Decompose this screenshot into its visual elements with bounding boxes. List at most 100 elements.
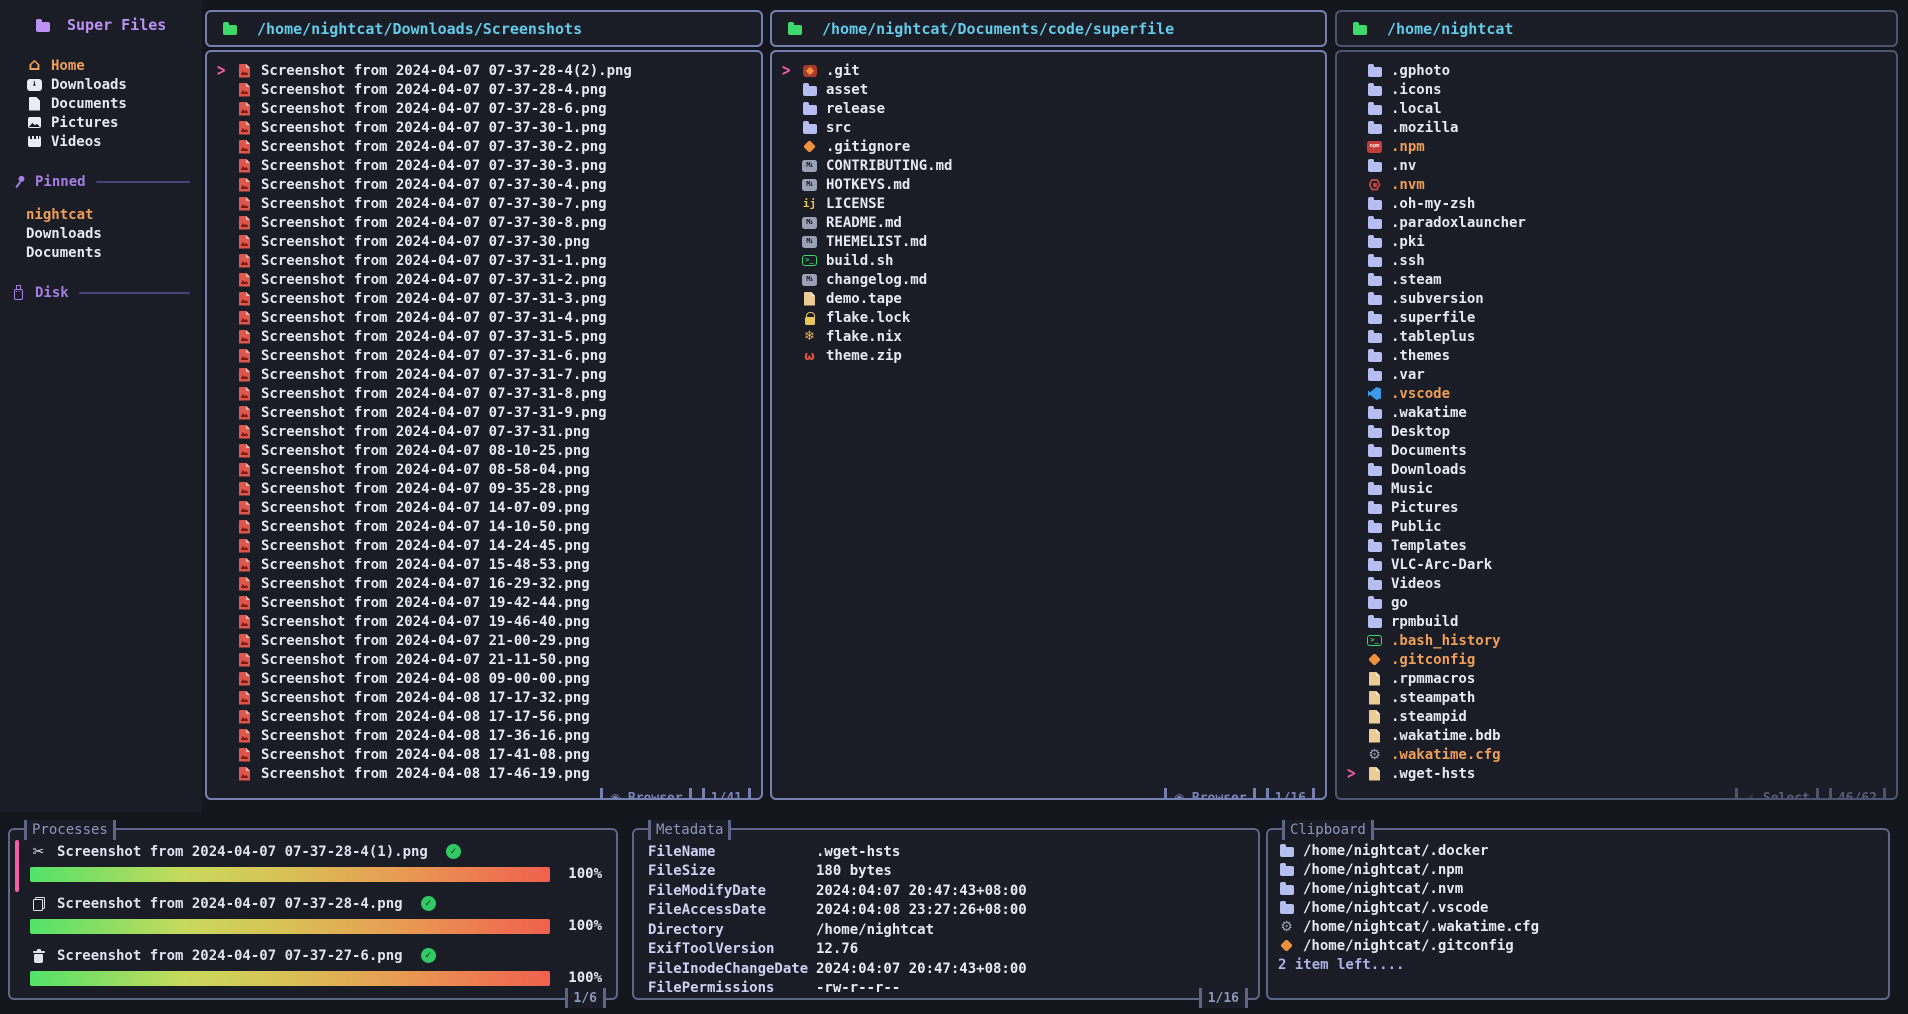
file-row[interactable]: Screenshot from 2024-04-07 08-58-04.png xyxy=(217,460,755,479)
file-row[interactable]: Screenshot from 2024-04-07 07-37-30-7.pn… xyxy=(217,194,755,213)
file-row[interactable]: M↓README.md xyxy=(782,213,1319,232)
file-row[interactable]: >_.bash_history xyxy=(1347,631,1890,650)
file-row[interactable]: Screenshot from 2024-04-07 21-00-29.png xyxy=(217,631,755,650)
file-row[interactable]: ⚙.wakatime.cfg xyxy=(1347,745,1890,764)
sidebar-item-videos[interactable]: Videos xyxy=(0,132,202,151)
sidebar-pinned-downloads[interactable]: Downloads xyxy=(0,224,202,243)
file-row[interactable]: Screenshot from 2024-04-08 17-46-19.png xyxy=(217,764,755,783)
file-row[interactable]: Screenshot from 2024-04-07 15-48-53.png xyxy=(217,555,755,574)
file-row[interactable]: Screenshot from 2024-04-07 07-37-31-3.pn… xyxy=(217,289,755,308)
file-row[interactable]: Screenshot from 2024-04-07 19-42-44.png xyxy=(217,593,755,612)
file-row[interactable]: Downloads xyxy=(1347,460,1890,479)
file-row[interactable]: go xyxy=(1347,593,1890,612)
file-row[interactable]: asset xyxy=(782,80,1319,99)
file-row[interactable]: .steampid xyxy=(1347,707,1890,726)
file-row[interactable]: Videos xyxy=(1347,574,1890,593)
file-row[interactable]: Screenshot from 2024-04-07 07-37-30-8.pn… xyxy=(217,213,755,232)
file-row[interactable]: Screenshot from 2024-04-07 07-37-28-4.pn… xyxy=(217,80,755,99)
file-row[interactable]: .icons xyxy=(1347,80,1890,99)
file-row[interactable]: Documents xyxy=(1347,441,1890,460)
process-item[interactable]: Screenshot from 2024-04-07 07-37-28-4.pn… xyxy=(30,894,602,934)
file-row[interactable]: Screenshot from 2024-04-07 16-29-32.png xyxy=(217,574,755,593)
sidebar-item-documents[interactable]: Documents xyxy=(0,94,202,113)
file-row[interactable]: npm.npm xyxy=(1347,137,1890,156)
file-row[interactable]: .vscode xyxy=(1347,384,1890,403)
file-row[interactable]: Screenshot from 2024-04-07 08-10-25.png xyxy=(217,441,755,460)
sidebar-item-downloads[interactable]: ↓Downloads xyxy=(0,75,202,94)
file-row[interactable]: .var xyxy=(1347,365,1890,384)
file-row[interactable]: .wakatime xyxy=(1347,403,1890,422)
file-row[interactable]: Screenshot from 2024-04-08 17-17-32.png xyxy=(217,688,755,707)
file-row[interactable]: .rpmmacros xyxy=(1347,669,1890,688)
file-row[interactable]: Screenshot from 2024-04-08 17-41-08.png xyxy=(217,745,755,764)
file-row[interactable]: Screenshot from 2024-04-07 07-37-31-8.pn… xyxy=(217,384,755,403)
file-row[interactable]: Screenshot from 2024-04-07 07-37-31-9.pn… xyxy=(217,403,755,422)
file-row[interactable]: .steam xyxy=(1347,270,1890,289)
file-row[interactable]: Music xyxy=(1347,479,1890,498)
file-row[interactable]: Screenshot from 2024-04-07 14-24-45.png xyxy=(217,536,755,555)
file-row[interactable]: .wakatime.bdb xyxy=(1347,726,1890,745)
file-row[interactable]: Screenshot from 2024-04-07 07-37-31-7.pn… xyxy=(217,365,755,384)
file-row[interactable]: VLC-Arc-Dark xyxy=(1347,555,1890,574)
file-row[interactable]: Screenshot from 2024-04-07 07-37-31-4.pn… xyxy=(217,308,755,327)
file-row[interactable]: Screenshot from 2024-04-07 07-37-30-1.pn… xyxy=(217,118,755,137)
file-row[interactable]: .steampath xyxy=(1347,688,1890,707)
file-row[interactable]: Public xyxy=(1347,517,1890,536)
sidebar-item-home[interactable]: ⌂Home xyxy=(0,56,202,75)
file-row[interactable]: Screenshot from 2024-04-07 14-10-50.png xyxy=(217,517,755,536)
file-row[interactable]: .mozilla xyxy=(1347,118,1890,137)
file-row[interactable]: .tableplus xyxy=(1347,327,1890,346)
file-row[interactable]: .superfile xyxy=(1347,308,1890,327)
file-row[interactable]: ijLICENSE xyxy=(782,194,1319,213)
file-row[interactable]: Screenshot from 2024-04-07 07-37-30-2.pn… xyxy=(217,137,755,156)
file-row[interactable]: .ssh xyxy=(1347,251,1890,270)
file-row[interactable]: Screenshot from 2024-04-07 07-37-28-6.pn… xyxy=(217,99,755,118)
file-row[interactable]: Screenshot from 2024-04-07 07-37-31.png xyxy=(217,422,755,441)
file-row[interactable]: Screenshot from 2024-04-07 07-37-30-3.pn… xyxy=(217,156,755,175)
file-row[interactable]: rpmbuild xyxy=(1347,612,1890,631)
file-row[interactable]: Screenshot from 2024-04-07 14-07-09.png xyxy=(217,498,755,517)
file-row[interactable]: .nv xyxy=(1347,156,1890,175)
file-row[interactable]: .gitconfig xyxy=(1347,650,1890,669)
file-row[interactable]: Screenshot from 2024-04-07 07-37-31-6.pn… xyxy=(217,346,755,365)
file-row[interactable]: Screenshot from 2024-04-07 07-37-30.png xyxy=(217,232,755,251)
process-item[interactable]: ✂Screenshot from 2024-04-07 07-37-28-4(1… xyxy=(30,842,602,882)
file-row[interactable]: ωtheme.zip xyxy=(782,346,1319,365)
file-row[interactable]: .gphoto xyxy=(1347,61,1890,80)
file-row[interactable]: Screenshot from 2024-04-07 09-35-28.png xyxy=(217,479,755,498)
sidebar-pinned-nightcat[interactable]: nightcat xyxy=(0,205,202,224)
file-row[interactable]: M↓THEMELIST.md xyxy=(782,232,1319,251)
file-row[interactable]: Screenshot from 2024-04-07 21-11-50.png xyxy=(217,650,755,669)
file-row[interactable]: Pictures xyxy=(1347,498,1890,517)
file-row[interactable]: >.wget-hsts xyxy=(1347,764,1890,783)
sidebar-item-pictures[interactable]: Pictures xyxy=(0,113,202,132)
file-row[interactable]: M↓changelog.md xyxy=(782,270,1319,289)
file-row[interactable]: ❄flake.nix xyxy=(782,327,1319,346)
file-row[interactable]: M↓HOTKEYS.md xyxy=(782,175,1319,194)
file-row[interactable]: src xyxy=(782,118,1319,137)
file-row[interactable]: >Screenshot from 2024-04-07 07-37-28-4(2… xyxy=(217,61,755,80)
file-row[interactable]: Screenshot from 2024-04-07 19-46-40.png xyxy=(217,612,755,631)
file-row[interactable]: Screenshot from 2024-04-07 07-37-30-4.pn… xyxy=(217,175,755,194)
file-row[interactable]: release xyxy=(782,99,1319,118)
file-row[interactable]: .local xyxy=(1347,99,1890,118)
file-row[interactable]: .paradoxlauncher xyxy=(1347,213,1890,232)
file-row[interactable]: >.git xyxy=(782,61,1319,80)
file-row[interactable]: Templates xyxy=(1347,536,1890,555)
file-row[interactable]: flake.lock xyxy=(782,308,1319,327)
sidebar-pinned-documents[interactable]: Documents xyxy=(0,243,202,262)
file-row[interactable]: demo.tape xyxy=(782,289,1319,308)
file-row[interactable]: Screenshot from 2024-04-07 07-37-31-1.pn… xyxy=(217,251,755,270)
file-row[interactable]: >_build.sh xyxy=(782,251,1319,270)
file-row[interactable]: Screenshot from 2024-04-08 17-17-56.png xyxy=(217,707,755,726)
file-row[interactable]: .subversion xyxy=(1347,289,1890,308)
file-row[interactable]: M↓CONTRIBUTING.md xyxy=(782,156,1319,175)
process-item[interactable]: Screenshot from 2024-04-07 07-37-27-6.pn… xyxy=(30,946,602,986)
file-row[interactable]: Screenshot from 2024-04-07 07-37-31-2.pn… xyxy=(217,270,755,289)
file-row[interactable]: .gitignore xyxy=(782,137,1319,156)
file-row[interactable]: Screenshot from 2024-04-08 09-00-00.png xyxy=(217,669,755,688)
file-row[interactable]: .oh-my-zsh xyxy=(1347,194,1890,213)
file-row[interactable]: Desktop xyxy=(1347,422,1890,441)
file-row[interactable]: Screenshot from 2024-04-07 07-37-31-5.pn… xyxy=(217,327,755,346)
file-row[interactable]: .nvm xyxy=(1347,175,1890,194)
